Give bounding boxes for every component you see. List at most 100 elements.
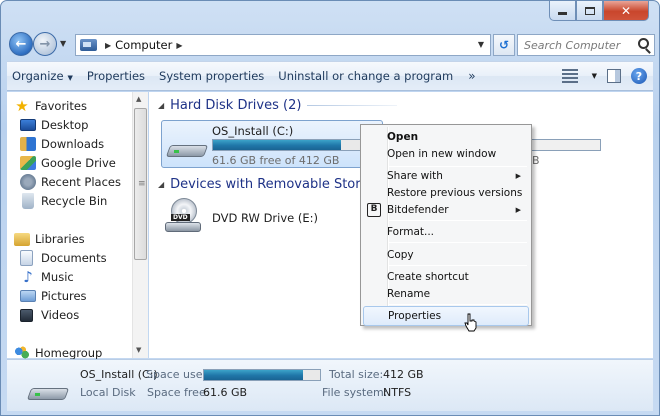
address-dropdown[interactable]: ▼: [478, 40, 484, 49]
nav-item-downloads[interactable]: Downloads: [20, 135, 104, 153]
libraries-icon: [14, 232, 30, 246]
computer-folder-icon: [80, 39, 97, 51]
nav-item-label: Videos: [41, 308, 80, 322]
navigation-pane: ★ Favorites Desktop Downloads Google Dri…: [7, 92, 148, 361]
nav-item-pictures[interactable]: Pictures: [20, 287, 87, 305]
dvd-drive-icon: DVD: [165, 198, 201, 234]
nav-item-google-drive[interactable]: Google Drive: [20, 154, 116, 172]
hard-drive-icon: [165, 135, 209, 157]
breadcrumb-computer[interactable]: Computer: [115, 38, 172, 52]
address-bar[interactable]: ▶ Computer ▶ ▼: [75, 34, 491, 56]
minimize-button[interactable]: [549, 1, 576, 21]
drive-c-name: OS_Install (C:): [212, 124, 294, 138]
back-arrow-icon: ←: [15, 36, 27, 52]
collapse-triangle-icon[interactable]: ◢: [158, 180, 164, 189]
details-space-free-label: Space free:: [147, 386, 210, 399]
nav-scrollbar[interactable]: ▲ ≡ ▼: [132, 92, 148, 358]
hdd-group-header[interactable]: ◢ Hard Disk Drives (2): [158, 98, 398, 113]
change-view-icon[interactable]: [561, 69, 578, 83]
recent-places-icon: [20, 174, 36, 190]
close-icon: ✕: [620, 3, 632, 18]
properties-button[interactable]: Properties: [80, 69, 152, 83]
refresh-button[interactable]: ↺: [493, 34, 515, 56]
ctx-separator: [389, 220, 527, 221]
forward-button[interactable]: →: [33, 32, 57, 56]
downloads-icon: [20, 137, 36, 151]
nav-item-desktop[interactable]: Desktop: [20, 116, 88, 134]
nav-homegroup-label: Homegroup: [35, 346, 103, 360]
documents-icon: [20, 250, 33, 266]
nav-favorites-label: Favorites: [35, 99, 87, 113]
nav-libraries-label: Libraries: [35, 232, 85, 246]
ctx-format[interactable]: Format...: [363, 222, 529, 242]
nav-item-recent-places[interactable]: Recent Places: [20, 173, 121, 191]
ctx-label: Create shortcut: [387, 271, 469, 283]
nav-item-videos[interactable]: Videos: [20, 306, 79, 324]
more-commands-button[interactable]: »: [460, 69, 483, 83]
collapse-triangle-icon[interactable]: ◢: [158, 101, 164, 110]
ctx-properties[interactable]: Properties: [363, 306, 529, 326]
ctx-open-new-window[interactable]: Open in new window: [363, 144, 529, 164]
caption-buttons: ✕: [549, 1, 649, 23]
hard-drive-icon: [26, 378, 70, 400]
details-total-size-label: Total size:: [329, 368, 384, 381]
nav-favorites[interactable]: ★ Favorites: [14, 97, 87, 115]
preview-pane-icon[interactable]: [607, 69, 621, 83]
maximize-icon: [584, 6, 595, 15]
details-pane: OS_Install (C:) Local Disk Space used: S…: [7, 359, 653, 411]
breadcrumb-chevron-icon[interactable]: ▶: [176, 41, 182, 50]
nav-item-label: Downloads: [41, 137, 105, 151]
ctx-label: Open: [387, 131, 419, 143]
details-drive-type: Local Disk: [80, 386, 136, 399]
address-row: ← → ▼ ▶ Computer ▶ ▼ ↺: [7, 31, 655, 59]
ctx-label: Restore previous versions: [387, 187, 523, 199]
command-bar: Organize ▼ Properties System properties U…: [7, 61, 653, 91]
dvd-drive-name[interactable]: DVD RW Drive (E:): [212, 211, 318, 225]
drive-c-usage-fill: [213, 140, 341, 150]
nav-item-recycle-bin[interactable]: Recycle Bin: [20, 192, 107, 210]
hdd-group-label: Hard Disk Drives (2): [170, 98, 302, 113]
scroll-up-icon[interactable]: ▲: [136, 95, 141, 103]
ctx-separator: [389, 265, 527, 266]
nav-item-music[interactable]: ♪ Music: [20, 268, 74, 286]
ctx-rename[interactable]: Rename: [363, 284, 529, 304]
group-divider: [307, 105, 398, 106]
context-menu: Open Open in new window Share with ▶ Rest…: [360, 124, 532, 326]
ctx-copy[interactable]: Copy: [363, 245, 529, 265]
ctx-bitdefender[interactable]: B Bitdefender ▶: [363, 200, 529, 220]
search-input[interactable]: [524, 38, 628, 52]
nav-libraries[interactable]: Libraries: [14, 230, 85, 248]
scroll-down-icon[interactable]: ▼: [136, 346, 141, 354]
ctx-label: Rename: [387, 288, 431, 300]
details-file-system-value: NTFS: [383, 386, 412, 399]
breadcrumb-chevron-icon[interactable]: ▶: [105, 41, 111, 50]
submenu-arrow-icon: ▶: [515, 206, 521, 214]
videos-icon: [20, 308, 33, 322]
drive-c-usage-bar: [212, 139, 364, 151]
nav-item-label: Recycle Bin: [41, 194, 108, 208]
drive-c-tile[interactable]: OS_Install (C:) 61.6 GB free of 412 GB: [161, 120, 383, 168]
help-icon[interactable]: ?: [631, 68, 647, 84]
nav-item-label: Recent Places: [41, 175, 121, 189]
drive-c-free-space: 61.6 GB free of 412 GB: [212, 154, 340, 167]
system-properties-button[interactable]: System properties: [152, 69, 271, 83]
details-usage-bar: [203, 369, 321, 381]
scroll-thumb[interactable]: ≡: [134, 108, 147, 260]
organize-button[interactable]: Organize ▼: [7, 69, 80, 83]
close-button[interactable]: ✕: [603, 1, 649, 21]
back-button[interactable]: ←: [9, 32, 33, 56]
uninstall-program-button[interactable]: Uninstall or change a program: [271, 69, 460, 83]
dvd-badge: DVD: [171, 214, 190, 221]
search-box[interactable]: [517, 34, 655, 56]
details-file-system-label: File system:: [322, 386, 388, 399]
nav-item-label: Desktop: [41, 118, 89, 132]
chevron-down-icon: ▼: [67, 74, 73, 82]
recent-pages-dropdown[interactable]: ▼: [60, 39, 66, 48]
maximize-button[interactable]: [576, 1, 603, 21]
star-icon: ★: [15, 97, 29, 115]
ctx-label: Open in new window: [387, 148, 497, 160]
search-icon[interactable]: [638, 38, 649, 49]
ctx-label: Share with: [387, 170, 443, 182]
nav-item-documents[interactable]: Documents: [20, 249, 107, 267]
view-dropdown-icon[interactable]: ▼: [592, 72, 597, 80]
